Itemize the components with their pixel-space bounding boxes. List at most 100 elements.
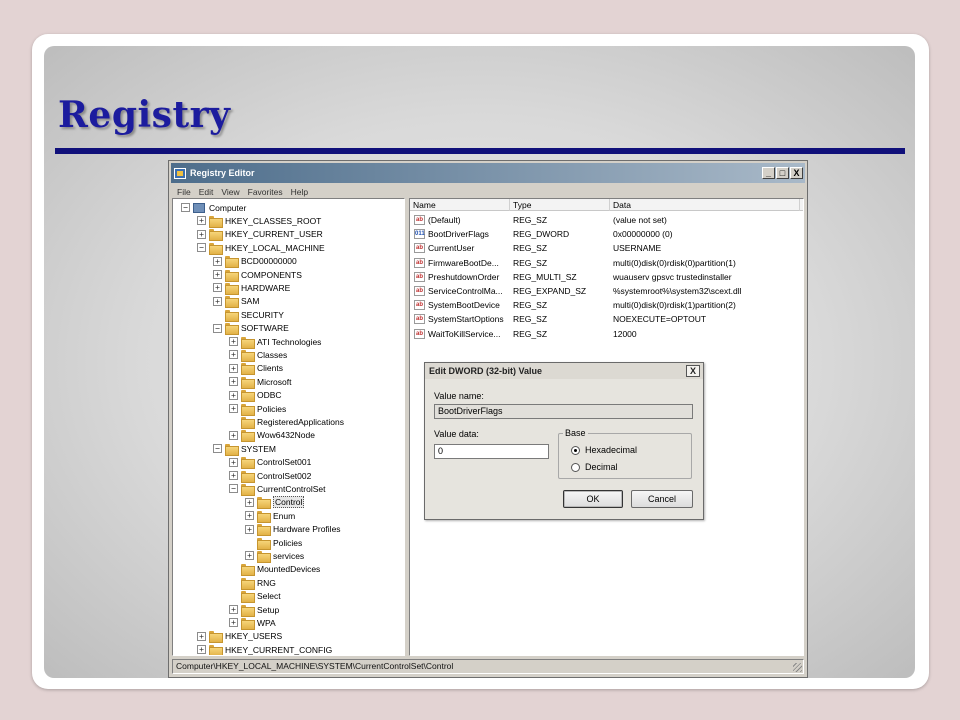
tree-node[interactable]: − SOFTWARE: [213, 322, 289, 336]
folder-icon: [241, 363, 255, 376]
expand-icon[interactable]: +: [197, 229, 206, 239]
tree-node[interactable]: + HARDWARE: [213, 281, 291, 295]
string-value-icon: ab: [414, 215, 425, 225]
tree-node[interactable]: + Wow6432Node: [229, 429, 315, 443]
collapse-icon[interactable]: −: [181, 203, 190, 212]
expand-icon[interactable]: +: [229, 471, 238, 480]
value-row[interactable]: ab PreshutdownOrder REG_MULTI_SZ wuauserv g…: [410, 270, 803, 284]
cancel-button[interactable]: Cancel: [631, 490, 693, 508]
value-row[interactable]: ab FirmwareBootDe... REG_SZ multi(0)disk(0)…: [410, 256, 803, 270]
expand-icon[interactable]: +: [229, 350, 238, 360]
expand-icon[interactable]: +: [213, 256, 222, 266]
tree-node[interactable]: − HKEY_LOCAL_MACHINE: [197, 241, 325, 255]
tree-node[interactable]: + ATI Technologies: [229, 335, 321, 349]
expand-icon[interactable]: +: [229, 618, 238, 628]
expand-icon[interactable]: +: [229, 430, 238, 440]
tree-node[interactable]: + Setup: [229, 603, 279, 617]
tree-node[interactable]: + BCD00000000: [213, 255, 297, 269]
collapse-icon[interactable]: −: [197, 243, 206, 253]
collapse-icon[interactable]: −: [213, 444, 222, 454]
menu-edit[interactable]: Edit: [199, 187, 214, 197]
tree-node[interactable]: + ODBC: [229, 389, 282, 403]
expand-icon[interactable]: +: [245, 524, 254, 534]
minimize-button[interactable]: _: [762, 167, 775, 179]
tree-node[interactable]: + HKEY_USERS: [197, 630, 282, 644]
tree-node[interactable]: RNG: [229, 576, 276, 590]
key-tree[interactable]: − Computer + HKEY_CLASSES_ROOT + HKEY_CURRENT…: [172, 198, 405, 656]
value-name-label: Value name:: [434, 391, 484, 401]
collapse-icon[interactable]: −: [229, 484, 238, 494]
value-data-input[interactable]: 0: [434, 444, 549, 459]
radio-decimal[interactable]: Decimal: [571, 462, 618, 472]
expand-icon[interactable]: +: [229, 605, 238, 614]
tree-node[interactable]: − SYSTEM: [213, 442, 276, 456]
tree-node[interactable]: + ControlSet001: [229, 456, 311, 470]
value-row[interactable]: ab SystemBootDevice REG_SZ multi(0)disk(0)r…: [410, 298, 803, 312]
expand-icon[interactable]: +: [229, 390, 238, 400]
tree-node[interactable]: + HKEY_CLASSES_ROOT: [197, 214, 321, 228]
column-header-type[interactable]: Type: [510, 199, 610, 211]
radio-hexadecimal[interactable]: Hexadecimal: [571, 445, 637, 455]
dialog-close-button[interactable]: X: [686, 365, 700, 377]
tree-node[interactable]: − CurrentControlSet: [229, 482, 326, 496]
value-row[interactable]: ab WaitToKillService... REG_SZ 12000: [410, 327, 803, 341]
tree-node[interactable]: Policies: [245, 536, 302, 550]
window-titlebar[interactable]: Registry Editor _ □ X: [171, 163, 805, 183]
menu-help[interactable]: Help: [291, 187, 308, 197]
expand-icon[interactable]: +: [229, 377, 238, 387]
window-title: Registry Editor: [190, 168, 255, 178]
tree-node[interactable]: + Hardware Profiles: [245, 523, 341, 537]
value-row[interactable]: ab ServiceControlMa... REG_EXPAND_SZ %syste…: [410, 284, 803, 298]
expand-icon[interactable]: +: [245, 511, 254, 521]
collapse-icon[interactable]: −: [213, 323, 222, 333]
expand-icon[interactable]: +: [197, 645, 206, 655]
tree-node[interactable]: + HKEY_CURRENT_CONFIG: [197, 643, 332, 655]
tree-node-label: WPA: [257, 617, 276, 628]
value-row[interactable]: ab CurrentUser REG_SZ USERNAME: [410, 241, 803, 255]
expand-icon[interactable]: +: [213, 270, 222, 279]
column-header-data[interactable]: Data: [610, 199, 800, 211]
menu-view[interactable]: View: [221, 187, 239, 197]
tree-node[interactable]: + Enum: [245, 509, 295, 523]
tree-node[interactable]: + COMPONENTS: [213, 268, 302, 282]
expand-icon[interactable]: +: [213, 283, 222, 293]
value-row[interactable]: 011 BootDriverFlags REG_DWORD 0x00000000 (0…: [410, 227, 803, 241]
expand-icon[interactable]: +: [229, 337, 238, 346]
resize-grip[interactable]: [793, 663, 802, 672]
tree-node[interactable]: + Policies: [229, 402, 286, 416]
close-button[interactable]: X: [790, 167, 803, 179]
tree-node[interactable]: + HKEY_CURRENT_USER: [197, 228, 323, 242]
value-row[interactable]: ab SystemStartOptions REG_SZ NOEXECUTE=OPT…: [410, 312, 803, 326]
tree-node[interactable]: + Classes: [229, 348, 287, 362]
expand-icon[interactable]: +: [229, 404, 238, 413]
tree-node[interactable]: + WPA: [229, 616, 276, 630]
expand-icon[interactable]: +: [229, 363, 238, 373]
tree-node[interactable]: Select: [229, 590, 281, 604]
expand-icon[interactable]: +: [245, 497, 254, 507]
tree-node-label: HARDWARE: [241, 282, 291, 293]
ok-button[interactable]: OK: [563, 490, 623, 508]
tree-node[interactable]: + Control: [245, 496, 305, 510]
expand-icon[interactable]: +: [213, 296, 222, 306]
tree-node[interactable]: + Clients: [229, 362, 283, 376]
tree-node[interactable]: + SAM: [213, 295, 259, 309]
tree-node[interactable]: − Computer: [181, 201, 246, 214]
folder-icon: [257, 524, 271, 537]
expand-icon[interactable]: +: [229, 457, 238, 467]
tree-node[interactable]: RegisteredApplications: [229, 415, 344, 429]
tree-node[interactable]: + Microsoft: [229, 375, 291, 389]
dialog-titlebar[interactable]: Edit DWORD (32-bit) Value X: [425, 363, 703, 379]
value-row[interactable]: ab (Default) REG_SZ (value not set): [410, 213, 803, 227]
tree-node[interactable]: SECURITY: [213, 308, 284, 322]
tree-node[interactable]: + ControlSet002: [229, 469, 311, 483]
menu-favorites[interactable]: Favorites: [248, 187, 283, 197]
tree-node[interactable]: + services: [245, 549, 304, 563]
column-header-name[interactable]: Name: [410, 199, 510, 211]
expand-icon[interactable]: +: [197, 631, 206, 641]
maximize-button[interactable]: □: [776, 167, 789, 179]
tree-node[interactable]: MountedDevices: [229, 563, 320, 577]
folder-icon: [209, 242, 223, 255]
menu-file[interactable]: File: [177, 187, 191, 197]
expand-icon[interactable]: +: [197, 216, 206, 226]
expand-icon[interactable]: +: [245, 551, 254, 561]
